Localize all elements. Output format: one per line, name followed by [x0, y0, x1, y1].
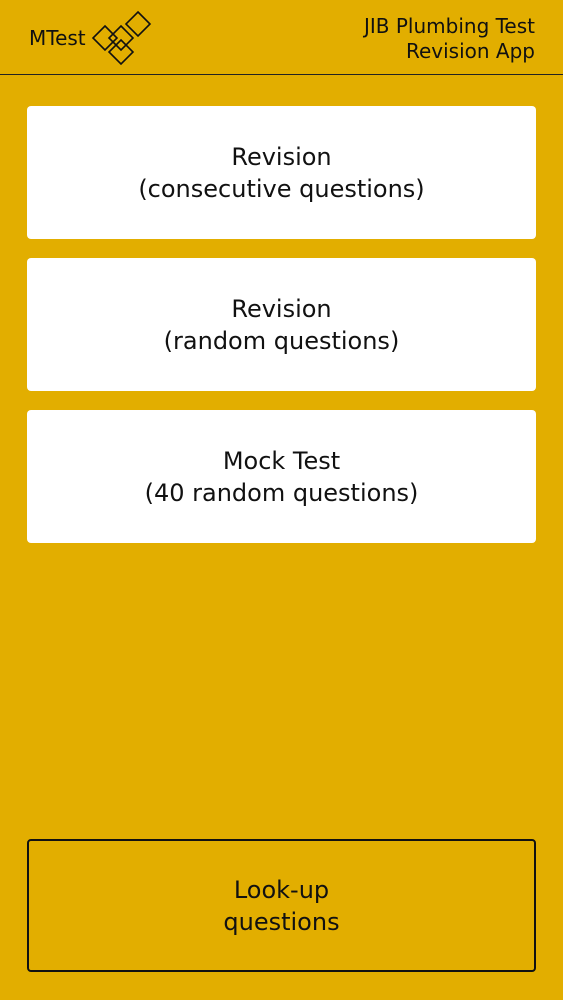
- lookup-label-line1: Look-up: [233, 875, 330, 904]
- menu-item-subtitle: (40 random questions): [144, 478, 419, 507]
- lookup-label-line2: questions: [223, 907, 340, 936]
- revision-consecutive-button[interactable]: Revision (consecutive questions): [27, 106, 536, 239]
- mock-test-button[interactable]: Mock Test (40 random questions): [27, 410, 536, 543]
- app-title-line2: Revision App: [405, 39, 535, 63]
- menu-item-subtitle: (consecutive questions): [138, 174, 425, 203]
- logo-text: MTest: [29, 26, 86, 50]
- revision-random-button[interactable]: Revision (random questions): [27, 258, 536, 391]
- menu-item-title: Revision: [231, 294, 332, 323]
- logo: MTest: [29, 10, 157, 66]
- app-header: MTest JIB Plumbing Test Revision App: [0, 0, 563, 75]
- menu-item-title: Revision: [231, 142, 332, 171]
- lookup-questions-button[interactable]: Look-up questions: [27, 839, 536, 972]
- menu-item-subtitle: (random questions): [163, 326, 400, 355]
- diamond-grid-icon: [91, 10, 151, 66]
- menu-item-title: Mock Test: [222, 446, 341, 475]
- app-title-line1: JIB Plumbing Test: [363, 14, 535, 38]
- app-title: JIB Plumbing Test Revision App: [364, 14, 535, 64]
